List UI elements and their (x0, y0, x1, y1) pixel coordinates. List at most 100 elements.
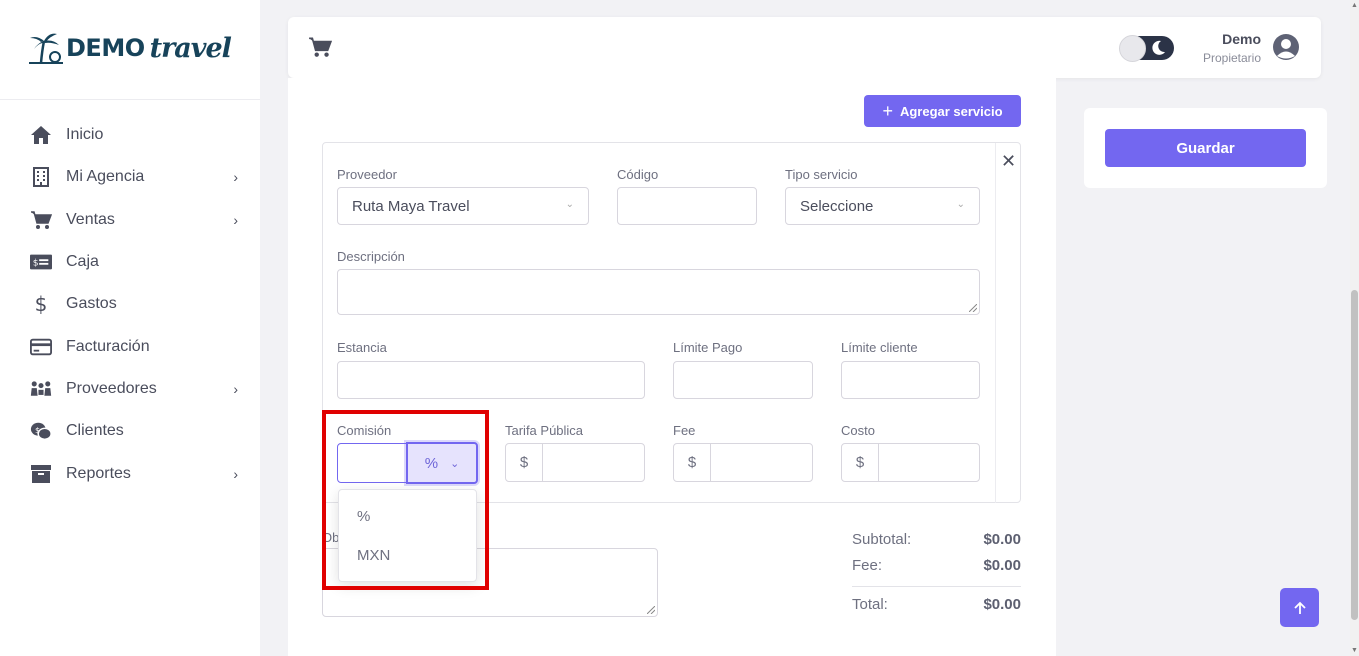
scroll-up-icon[interactable]: ▲ (1351, 2, 1358, 9)
people-icon (30, 378, 52, 400)
dropdown-option-mxn[interactable]: MXN (339, 536, 476, 575)
scroll-to-top-button[interactable] (1280, 588, 1319, 627)
top-navbar: Demo Propietario (288, 17, 1321, 78)
building-icon (30, 166, 52, 188)
resize-handle-icon[interactable] (647, 606, 655, 614)
comision-unit-dropdown: % MXN (338, 489, 477, 582)
cart-icon (30, 209, 52, 231)
total-value: $0.00 (983, 595, 1021, 613)
arrow-up-icon (1293, 601, 1306, 614)
tarifa-publica-group[interactable]: $ (505, 443, 645, 482)
brand-travel: travel (149, 32, 232, 64)
total-row: Total: $0.00 (852, 591, 1021, 617)
user-name[interactable]: Demo (1222, 31, 1261, 47)
page-scrollbar[interactable]: ▲ ▼ (1350, 0, 1359, 656)
fee-row: Fee: $0.00 (852, 552, 1021, 578)
sidebar-item-label: Caja (66, 253, 99, 271)
sidebar-item-ventas[interactable]: Ventas › (0, 199, 260, 241)
sidebar-item-clientes[interactable]: $ Clientes (0, 410, 260, 452)
limite-cliente-input[interactable] (841, 361, 980, 399)
svg-text:$: $ (35, 425, 40, 435)
fee-total-label: Fee: (852, 556, 883, 574)
add-service-label: Agregar servicio (899, 103, 1003, 119)
proveedor-select[interactable]: Ruta Maya Travel ⌄ (337, 187, 589, 225)
subtotal-row: Subtotal: $0.00 (852, 526, 1021, 552)
chevron-down-icon: ⌄ (565, 199, 574, 210)
scroll-down-icon[interactable]: ▼ (1351, 647, 1358, 654)
tarifa-publica-label: Tarifa Pública (505, 423, 584, 438)
comision-unit-value: % (424, 454, 439, 472)
costo-group[interactable]: $ (841, 443, 980, 482)
plus-icon: + (882, 101, 893, 121)
archive-icon (30, 463, 52, 485)
sidebar-item-proveedores[interactable]: Proveedores › (0, 368, 260, 410)
add-service-button[interactable]: + Agregar servicio (864, 95, 1021, 127)
chevron-down-icon: ⌄ (450, 457, 460, 470)
chevron-right-icon: › (233, 169, 238, 186)
sidebar-item-mi-agencia[interactable]: Mi Agencia › (0, 156, 260, 198)
service-form-card: + Agregar servicio ✕ Proveedor Ruta Maya… (288, 78, 1056, 656)
dark-mode-toggle[interactable] (1119, 35, 1174, 62)
currency-addon: $ (674, 444, 711, 481)
svg-text:$: $ (33, 258, 39, 269)
currency-addon: $ (842, 444, 879, 481)
descripcion-textarea[interactable] (337, 269, 980, 315)
toggle-knob (1119, 35, 1146, 62)
sidebar-nav: Inicio Mi Agencia › Ventas › $ Caja $ Ga… (0, 114, 260, 495)
service-item-box: ✕ Proveedor Ruta Maya Travel ⌄ Código Ti… (322, 142, 1021, 503)
subtotal-label: Subtotal: (852, 530, 912, 548)
total-label: Total: (852, 595, 888, 613)
sidebar-item-label: Clientes (66, 422, 124, 440)
fee-group[interactable]: $ (673, 443, 813, 482)
chat-dollar-icon: $ (30, 420, 52, 442)
actions-card: Guardar (1084, 108, 1327, 188)
brand-demo: DEMO (66, 34, 145, 62)
limite-pago-label: Límite Pago (673, 340, 743, 355)
tipo-servicio-select[interactable]: Seleccione ⌄ (785, 187, 980, 225)
sidebar-item-facturacion[interactable]: Facturación (0, 325, 260, 367)
sidebar-item-label: Ventas (66, 210, 115, 228)
home-icon (30, 124, 52, 146)
sidebar-item-label: Proveedores (66, 379, 157, 397)
limite-pago-input[interactable] (673, 361, 813, 399)
divider (995, 143, 996, 503)
sidebar-item-reportes[interactable]: Reportes › (0, 452, 260, 494)
chevron-right-icon: › (233, 465, 238, 482)
observaciones-label: Ob (322, 530, 340, 545)
dropdown-option-percent[interactable]: % (339, 497, 476, 536)
moon-icon (1152, 40, 1165, 55)
sidebar-item-label: Facturación (66, 337, 150, 355)
user-avatar-icon[interactable] (1272, 33, 1300, 61)
cart-icon[interactable] (308, 36, 333, 63)
cash-icon: $ (30, 251, 52, 273)
proveedor-label: Proveedor (337, 167, 397, 182)
scrollbar-thumb[interactable] (1351, 290, 1358, 620)
sidebar-item-caja[interactable]: $ Caja (0, 241, 260, 283)
dollar-icon: $ (34, 292, 48, 317)
proveedor-value: Ruta Maya Travel (352, 197, 470, 215)
subtotal-value: $0.00 (983, 530, 1021, 548)
divider (0, 99, 260, 100)
user-role: Propietario (1202, 51, 1261, 65)
chevron-right-icon: › (233, 211, 238, 228)
estancia-input[interactable] (337, 361, 645, 399)
credit-card-icon (30, 336, 52, 358)
comision-unit-select[interactable]: % ⌄ (406, 442, 478, 484)
resize-handle-icon[interactable] (969, 304, 977, 312)
chevron-right-icon: › (233, 380, 238, 397)
sidebar-item-label: Mi Agencia (66, 168, 145, 186)
close-icon[interactable]: ✕ (1001, 151, 1016, 172)
tipo-servicio-value: Seleccione (800, 197, 874, 215)
save-button[interactable]: Guardar (1105, 129, 1306, 167)
limite-cliente-label: Límite cliente (841, 340, 918, 355)
brand-logo[interactable]: DEMO travel (27, 28, 232, 68)
estancia-label: Estancia (337, 340, 387, 355)
codigo-input[interactable] (617, 187, 757, 225)
tipo-servicio-label: Tipo servicio (785, 167, 858, 182)
comision-label: Comisión (337, 423, 392, 438)
comision-input[interactable] (337, 443, 409, 483)
sidebar-item-inicio[interactable]: Inicio (0, 114, 260, 156)
sidebar-item-label: Gastos (66, 295, 117, 313)
sidebar-item-gastos[interactable]: $ Gastos (0, 283, 260, 325)
divider (852, 586, 1021, 587)
